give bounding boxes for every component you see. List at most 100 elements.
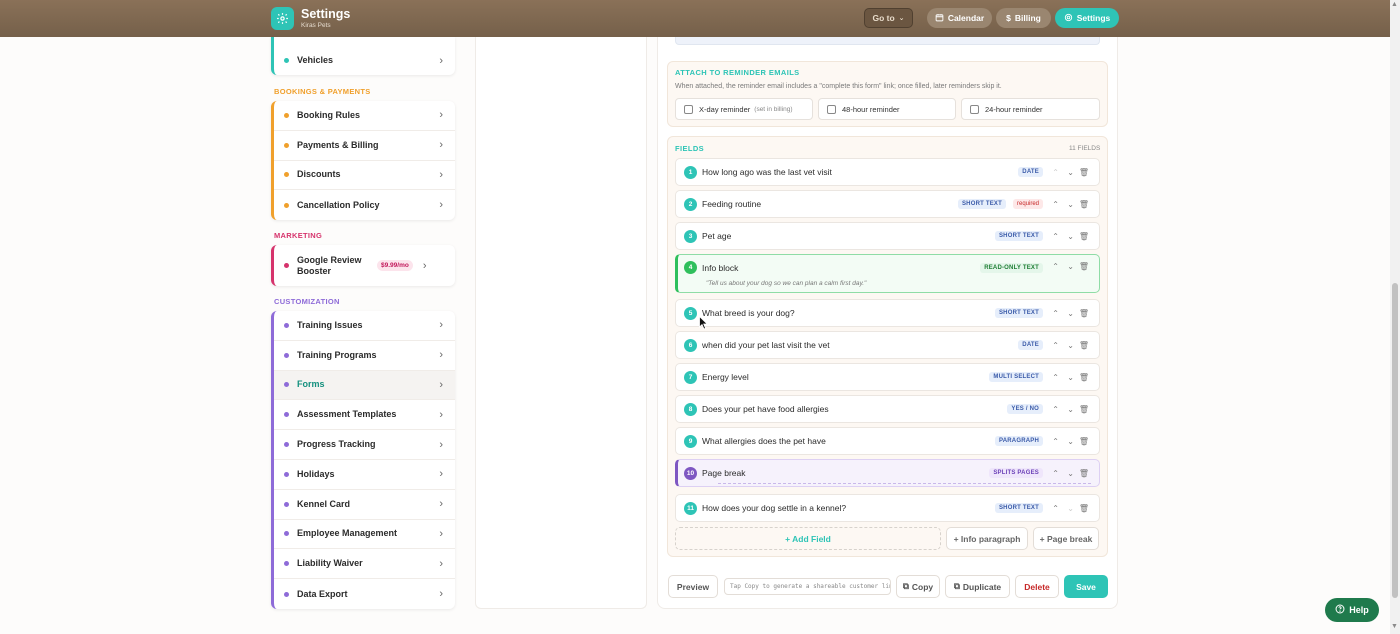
48-hour-reminder-checkbox[interactable]: 48-hour reminder: [818, 98, 956, 120]
sidebar-item-liability-waiver[interactable]: Liability Waiver ›: [274, 549, 455, 580]
field-row[interactable]: 9 What allergies does the pet have PARAG…: [675, 427, 1100, 455]
trash-icon[interactable]: 🗑: [1079, 469, 1089, 478]
billing-button[interactable]: $ Billing: [996, 8, 1051, 28]
copy-button[interactable]: ⧉ Copy: [896, 575, 940, 598]
move-up-icon[interactable]: ⌃: [1052, 405, 1059, 414]
trash-icon[interactable]: 🗑: [1079, 200, 1089, 209]
trash-icon[interactable]: 🗑: [1079, 232, 1089, 241]
move-down-icon[interactable]: ⌄: [1067, 504, 1074, 513]
scroll-up-icon[interactable]: ▲: [1391, 1, 1398, 8]
field-label: Does your pet have food allergies: [702, 404, 829, 414]
field-type-badge: SHORT TEXT: [994, 308, 1043, 318]
move-up-icon[interactable]: ⌃: [1052, 262, 1059, 271]
field-label: Energy level: [702, 372, 749, 382]
trash-icon[interactable]: 🗑: [1079, 437, 1089, 446]
trash-icon[interactable]: 🗑: [1079, 168, 1089, 177]
sidebar-item-forms[interactable]: Forms ›: [274, 370, 455, 401]
field-row-info-block[interactable]: 4 Info block READ-ONLY TEXT ⌃ ⌄ 🗑 "Tell …: [675, 254, 1100, 293]
move-down-icon[interactable]: ⌄: [1067, 200, 1074, 209]
checkbox-square[interactable]: [827, 104, 836, 114]
trash-icon[interactable]: 🗑: [1079, 405, 1089, 414]
save-button[interactable]: Save: [1064, 575, 1108, 598]
field-row[interactable]: 5 What breed is your dog? SHORT TEXT ⌃ ⌄…: [675, 299, 1100, 327]
sidebar-item-vehicles[interactable]: Vehicles ›: [274, 37, 455, 75]
sidebar-item-training-issues[interactable]: Training Issues ›: [274, 311, 455, 341]
duplicate-button[interactable]: ⧉ Duplicate: [945, 575, 1010, 598]
trash-icon[interactable]: 🗑: [1079, 262, 1089, 271]
required-badge: required: [1012, 199, 1043, 209]
fields-section-title: FIELDS: [675, 144, 705, 153]
move-up-icon[interactable]: ⌃: [1052, 168, 1059, 177]
field-row[interactable]: 8 Does your pet have food allergies YES …: [675, 395, 1100, 423]
trash-icon[interactable]: 🗑: [1079, 373, 1089, 382]
add-info-paragraph-button[interactable]: + Info paragraph: [946, 527, 1028, 550]
sidebar-item-progress-tracking[interactable]: Progress Tracking ›: [274, 430, 455, 460]
move-up-icon[interactable]: ⌃: [1052, 232, 1059, 241]
settings-button[interactable]: Settings: [1055, 8, 1119, 28]
move-down-icon[interactable]: ⌄: [1067, 262, 1074, 271]
move-up-icon[interactable]: ⌃: [1052, 200, 1059, 209]
preview-button[interactable]: Preview: [668, 575, 718, 598]
field-row[interactable]: 1 How long ago was the last vet visit DA…: [675, 158, 1100, 186]
field-row[interactable]: 11 How does your dog settle in a kennel?…: [675, 494, 1100, 522]
24-hour-reminder-checkbox[interactable]: 24-hour reminder: [961, 98, 1100, 120]
sidebar-item-data-export[interactable]: Data Export ›: [274, 579, 455, 609]
share-link-input[interactable]: Tap Copy to generate a shareable custome…: [724, 578, 891, 595]
sidebar-item-google-review-booster[interactable]: Google Review Booster $9.99/mo ›: [274, 245, 455, 286]
move-up-icon[interactable]: ⌃: [1052, 373, 1059, 382]
field-row-page-break[interactable]: 10 Page break SPLITS PAGES ⌃ ⌄ 🗑: [675, 459, 1100, 487]
add-page-break-button[interactable]: + Page break: [1033, 527, 1099, 550]
move-down-icon[interactable]: ⌄: [1067, 437, 1074, 446]
move-down-icon[interactable]: ⌄: [1067, 373, 1074, 382]
sidebar-item-kennel-card[interactable]: Kennel Card ›: [274, 490, 455, 520]
sidebar-item-cancellation-policy[interactable]: Cancellation Policy ›: [274, 190, 455, 220]
calendar-button[interactable]: Calendar: [927, 8, 992, 28]
move-up-icon[interactable]: ⌃: [1052, 341, 1059, 350]
field-type-badge: YES / NO: [1007, 404, 1043, 414]
checkbox-label: 24-hour reminder: [985, 104, 1043, 114]
sidebar-item-assessment-templates[interactable]: Assessment Templates ›: [274, 400, 455, 431]
duplicate-label: Duplicate: [962, 581, 1002, 592]
checkbox-square[interactable]: [970, 104, 979, 114]
sidebar-item-training-programs[interactable]: Training Programs ›: [274, 341, 455, 371]
field-row[interactable]: 2 Feeding routine SHORT TEXT required ⌃ …: [675, 190, 1100, 218]
checkbox-square[interactable]: [684, 104, 693, 114]
trash-icon[interactable]: 🗑: [1079, 504, 1089, 513]
move-down-icon[interactable]: ⌄: [1067, 405, 1074, 414]
chevron-right-icon: ›: [439, 319, 443, 332]
sidebar-item-payments-billing[interactable]: Payments & Billing ›: [274, 131, 455, 161]
trash-icon[interactable]: 🗑: [1079, 309, 1089, 318]
move-down-icon[interactable]: ⌄: [1067, 168, 1074, 177]
goto-dropdown[interactable]: Go to ⌄: [864, 8, 913, 28]
sidebar-item-discounts[interactable]: Discounts ›: [274, 161, 455, 191]
field-label: What breed is your dog?: [702, 308, 795, 318]
scroll-thumb[interactable]: [1392, 283, 1398, 598]
status-dot: [284, 531, 289, 537]
move-down-icon[interactable]: ⌄: [1067, 232, 1074, 241]
delete-button[interactable]: Delete: [1015, 575, 1059, 598]
sidebar-item-booking-rules[interactable]: Booking Rules ›: [274, 101, 455, 131]
move-up-icon[interactable]: ⌃: [1052, 504, 1059, 513]
move-down-icon[interactable]: ⌄: [1067, 309, 1074, 318]
scroll-down-icon[interactable]: ▼: [1391, 623, 1398, 630]
dollar-icon: $: [1006, 13, 1011, 23]
billing-label: Billing: [1014, 13, 1041, 23]
move-up-icon[interactable]: ⌃: [1052, 437, 1059, 446]
sidebar-item-holidays[interactable]: Holidays ›: [274, 460, 455, 490]
trash-icon[interactable]: 🗑: [1079, 341, 1089, 350]
help-button[interactable]: Help: [1325, 598, 1379, 622]
move-up-icon[interactable]: ⌃: [1052, 469, 1059, 478]
move-up-icon[interactable]: ⌃: [1052, 309, 1059, 318]
field-number: 3: [684, 229, 697, 243]
field-row[interactable]: 7 Energy level MULTI SELECT ⌃ ⌄ 🗑: [675, 363, 1100, 391]
top-bar: Settings Kiras Pets Go to ⌄ Calendar $ B…: [0, 0, 1390, 37]
x-day-reminder-checkbox[interactable]: X-day reminder (set in billing): [675, 98, 813, 120]
move-down-icon[interactable]: ⌄: [1067, 341, 1074, 350]
field-row[interactable]: 3 Pet age SHORT TEXT ⌃ ⌄ 🗑: [675, 222, 1100, 250]
move-down-icon[interactable]: ⌄: [1067, 469, 1074, 478]
sidebar-item-employee-management[interactable]: Employee Management ›: [274, 520, 455, 550]
page-scrollbar[interactable]: ▲ ▼: [1390, 0, 1400, 634]
field-number: 9: [684, 434, 697, 448]
add-field-button[interactable]: + Add Field: [675, 527, 941, 550]
field-row[interactable]: 6 when did your pet last visit the vet D…: [675, 331, 1100, 359]
